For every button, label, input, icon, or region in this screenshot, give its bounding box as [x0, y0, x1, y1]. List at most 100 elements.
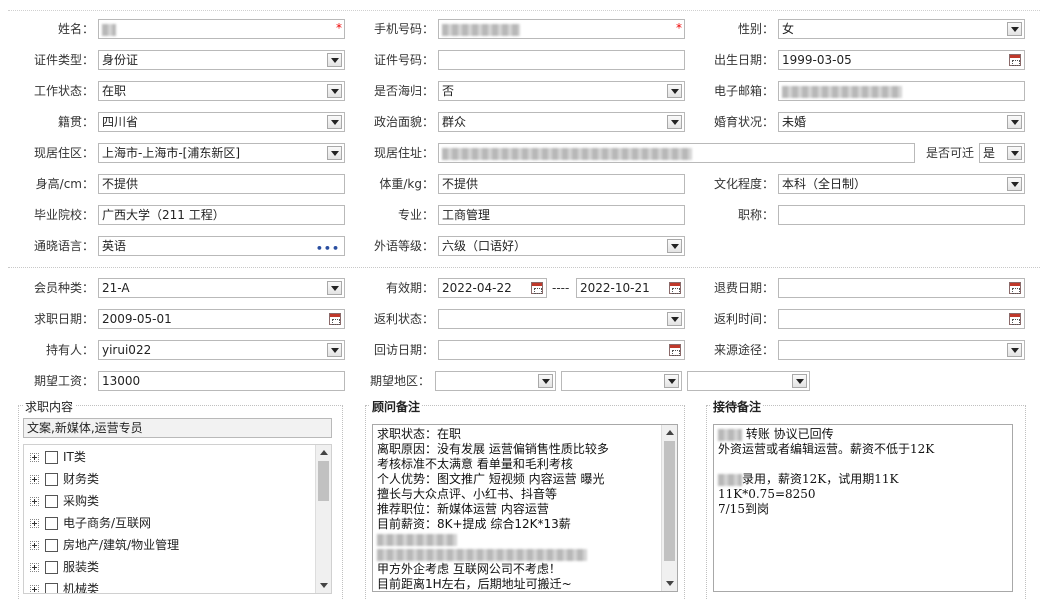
source-select[interactable] — [778, 340, 1025, 360]
expand-icon[interactable] — [30, 563, 39, 572]
chevron-down-icon[interactable] — [538, 374, 553, 388]
region-province-select[interactable] — [435, 371, 556, 391]
scrollbar-thumb[interactable] — [318, 461, 329, 501]
chevron-down-icon[interactable] — [327, 281, 342, 295]
checkbox[interactable] — [45, 561, 58, 574]
chevron-down-icon[interactable] — [327, 343, 342, 357]
holder-select[interactable]: yirui022 — [98, 340, 345, 360]
expand-icon[interactable] — [30, 585, 39, 593]
calendar-icon[interactable] — [531, 282, 543, 294]
job-date-label: 求职日期： — [33, 312, 94, 326]
chevron-down-icon[interactable] — [327, 146, 342, 160]
chevron-down-icon[interactable] — [667, 312, 682, 326]
tree-item-label: 电子商务/互联网 — [63, 516, 152, 530]
gender-select[interactable]: 女 — [778, 19, 1025, 39]
tree-item-label: IT类 — [63, 450, 86, 464]
name-field[interactable]: * — [98, 19, 345, 39]
chevron-down-icon[interactable] — [1007, 343, 1022, 357]
school-value: 广西大学（211 工程） — [102, 208, 225, 222]
tree-item[interactable]: 服装类 — [30, 557, 99, 577]
checkbox[interactable] — [45, 451, 58, 464]
calendar-icon[interactable] — [1009, 54, 1021, 66]
email-field[interactable] — [778, 81, 1025, 101]
advisor-notes-textarea[interactable]: 求职状态：在职 离职原因：没有发展 运营偏销售性质比较多 考核标准不太满意 看单… — [372, 424, 678, 592]
tree-item[interactable]: IT类 — [30, 447, 86, 467]
valid-to-field[interactable]: 2022-10-21 — [576, 278, 685, 298]
weight-field[interactable]: 不提供 — [438, 174, 685, 194]
scroll-up-icon[interactable] — [666, 430, 674, 435]
expand-icon[interactable] — [30, 497, 39, 506]
job-date-field[interactable]: 2009-05-01 — [98, 309, 345, 329]
chevron-down-icon[interactable] — [327, 53, 342, 67]
chevron-down-icon[interactable] — [1007, 115, 1022, 129]
job-category-tree[interactable]: IT类 财务类 采购类 电子商务/互联网 房地产/建筑/物业管理 服装类 机械类 — [23, 444, 332, 594]
tree-item[interactable]: 财务类 — [30, 469, 99, 489]
more-icon[interactable]: ••• — [316, 240, 340, 255]
tree-item[interactable]: 电子商务/互联网 — [30, 513, 151, 533]
valid-from-field[interactable]: 2022-04-22 — [438, 278, 547, 298]
relocate-select[interactable]: 是 — [979, 143, 1025, 163]
political-select[interactable]: 群众 — [438, 112, 685, 132]
reception-notes-textarea[interactable]: 转账 协议已回传 外资运营或者编辑运营。薪资不低于12K 录用，薪资12K，试用… — [713, 424, 1013, 592]
member-type-select[interactable]: 21-A — [98, 278, 345, 298]
marital-select[interactable]: 未婚 — [778, 112, 1025, 132]
region-district-select[interactable] — [687, 371, 810, 391]
refund-date-field[interactable] — [778, 278, 1025, 298]
rebate-status-select[interactable] — [438, 309, 685, 329]
native-place-select[interactable]: 四川省 — [98, 112, 345, 132]
chevron-down-icon[interactable] — [667, 115, 682, 129]
checkbox[interactable] — [45, 473, 58, 486]
title-field[interactable] — [778, 205, 1025, 225]
chevron-down-icon[interactable] — [327, 115, 342, 129]
tree-item[interactable]: 机械类 — [30, 579, 99, 593]
scrollbar[interactable] — [661, 425, 677, 591]
rebate-time-field[interactable] — [778, 309, 1025, 329]
checkbox[interactable] — [45, 495, 58, 508]
chevron-down-icon[interactable] — [327, 84, 342, 98]
address-field[interactable] — [438, 143, 915, 163]
tree-item[interactable]: 采购类 — [30, 491, 99, 511]
language-level-select[interactable]: 六级（口语好） — [438, 236, 685, 256]
major-field[interactable]: 工商管理 — [438, 205, 685, 225]
expand-icon[interactable] — [30, 519, 39, 528]
region-city-select[interactable] — [561, 371, 682, 391]
chevron-down-icon[interactable] — [667, 84, 682, 98]
residence-area-select[interactable]: 上海市-上海市-[浦东新区] — [98, 143, 345, 163]
scrollbar[interactable] — [315, 445, 331, 593]
visit-date-field[interactable] — [438, 340, 685, 360]
id-type-select[interactable]: 身份证 — [98, 50, 345, 70]
calendar-icon[interactable] — [329, 313, 341, 325]
scroll-up-icon[interactable] — [320, 450, 328, 455]
calendar-icon[interactable] — [669, 282, 681, 294]
chevron-down-icon[interactable] — [667, 239, 682, 253]
expand-icon[interactable] — [30, 453, 39, 462]
language-field[interactable]: 英语 ••• — [98, 236, 345, 256]
checkbox[interactable] — [45, 539, 58, 552]
scroll-down-icon[interactable] — [666, 581, 674, 586]
checkbox[interactable] — [45, 583, 58, 593]
chevron-down-icon[interactable] — [664, 374, 679, 388]
height-field[interactable]: 不提供 — [98, 174, 345, 194]
chevron-down-icon[interactable] — [1007, 146, 1022, 160]
birth-date-field[interactable]: 1999-03-05 — [778, 50, 1025, 70]
id-number-field[interactable] — [438, 50, 685, 70]
chevron-down-icon[interactable] — [792, 374, 807, 388]
checkbox[interactable] — [45, 517, 58, 530]
overseas-select[interactable]: 否 — [438, 81, 685, 101]
tree-item[interactable]: 房地产/建筑/物业管理 — [30, 535, 179, 555]
work-status-select[interactable]: 在职 — [98, 81, 345, 101]
calendar-icon[interactable] — [1009, 313, 1021, 325]
calendar-icon[interactable] — [669, 344, 681, 356]
scroll-down-icon[interactable] — [320, 583, 328, 588]
expand-icon[interactable] — [30, 541, 39, 550]
scrollbar-thumb[interactable] — [664, 441, 675, 561]
education-select[interactable]: 本科（全日制） — [778, 174, 1025, 194]
school-field[interactable]: 广西大学（211 工程） — [98, 205, 345, 225]
job-summary-field[interactable]: 文案,新媒体,运营专员 — [23, 418, 332, 438]
salary-field[interactable]: 13000 — [98, 371, 345, 391]
chevron-down-icon[interactable] — [1007, 177, 1022, 191]
chevron-down-icon[interactable] — [1007, 22, 1022, 36]
calendar-icon[interactable] — [1009, 282, 1021, 294]
phone-field[interactable]: * — [438, 19, 685, 39]
expand-icon[interactable] — [30, 475, 39, 484]
